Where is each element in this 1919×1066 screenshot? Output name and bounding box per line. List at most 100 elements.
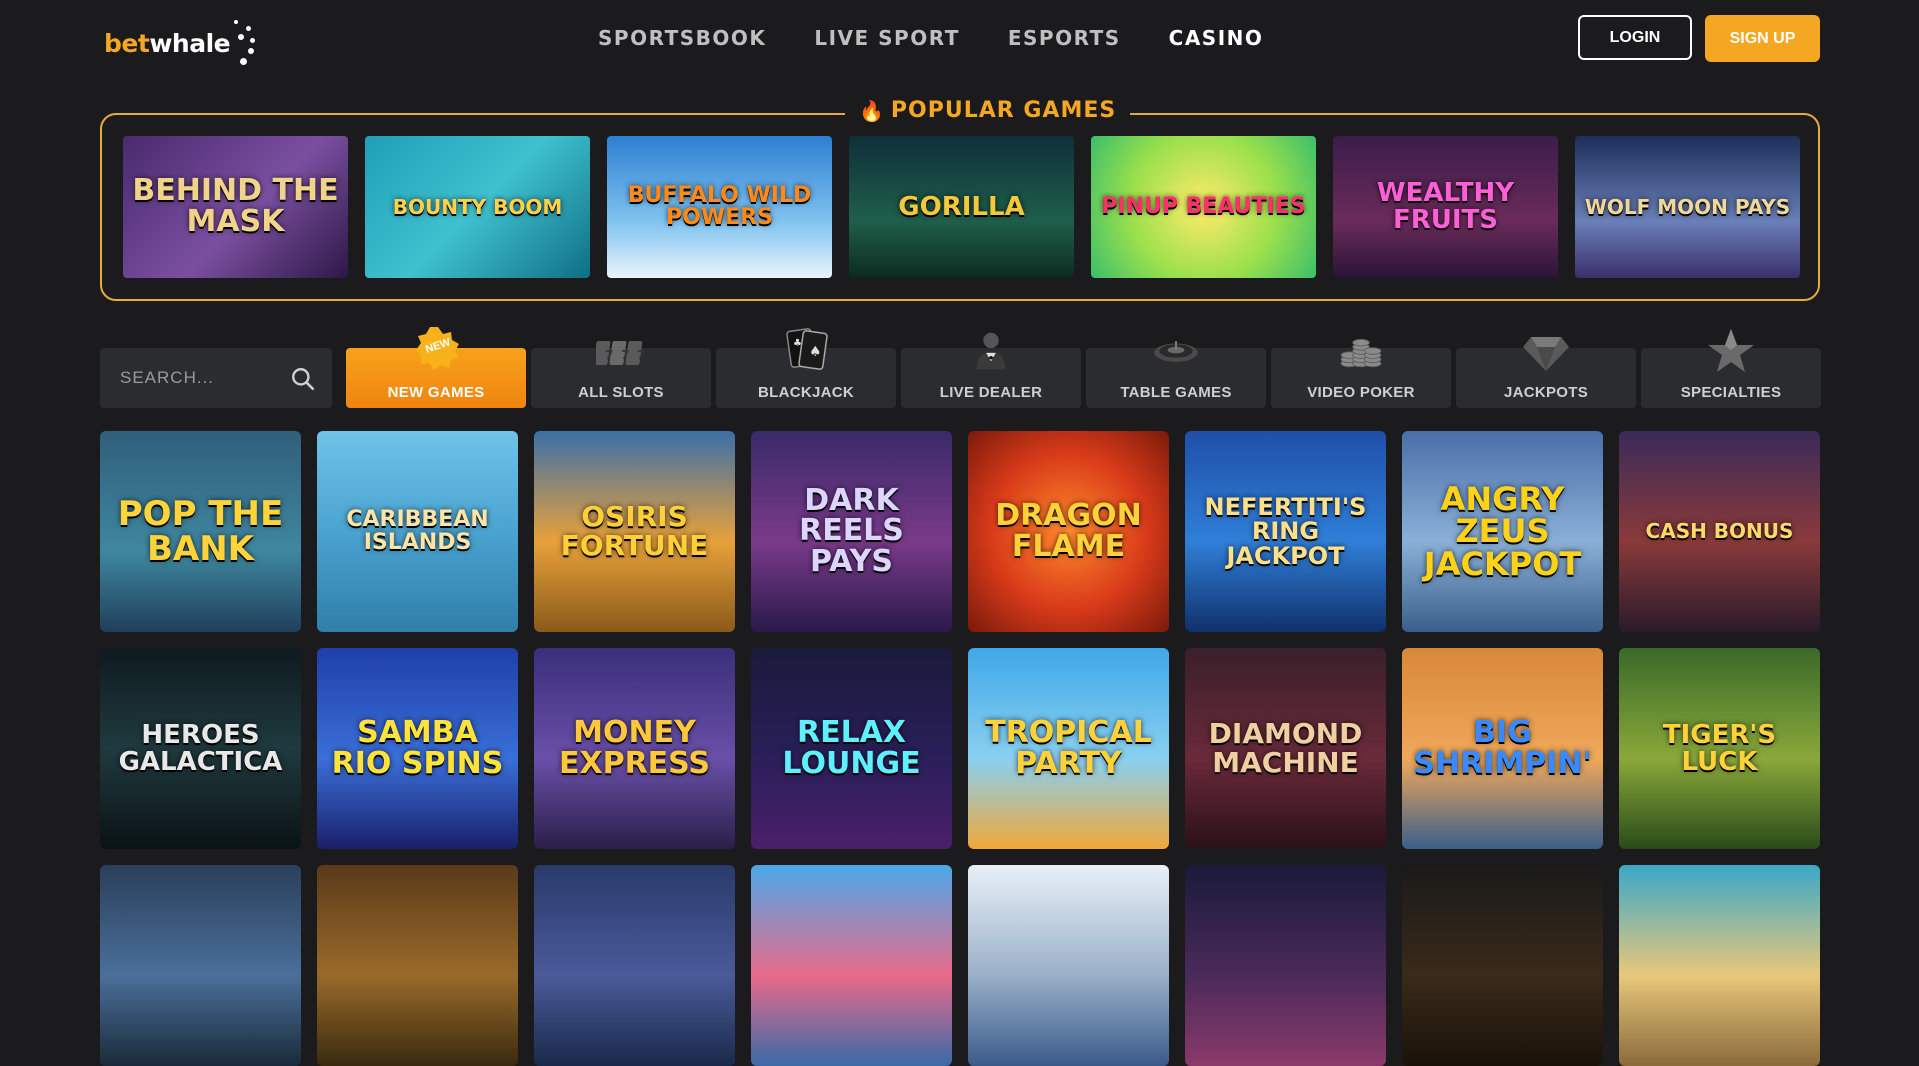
game-tile[interactable]: Diamond Machine [1185,648,1386,849]
game-tile[interactable]: Big Shrimpin' [1402,648,1603,849]
tab-specialties[interactable]: SPECIALTIES [1641,329,1821,408]
search-bar [100,348,332,408]
game-tile[interactable]: Tropical Party [968,648,1169,849]
game-title: Bounty Boom [392,194,563,219]
roulette-wheel-icon [1151,326,1201,376]
game-title: Pinup Beauties [1101,193,1306,219]
game-title: Nefertiti's Ring Jackpot [1204,492,1367,570]
nav-esports[interactable]: ESPORTS [1008,26,1121,50]
svg-text:7: 7 [621,348,629,362]
category-tabs: NEW NEW GAMES 7 7 7 ALL SLOTS ♠ ♣ BLACKJ… [346,327,1821,408]
tab-new-games[interactable]: NEW NEW GAMES [346,327,526,408]
game-tile[interactable] [751,865,952,1066]
game-tile[interactable]: Samba Rio Spins [317,648,518,849]
tab-label: BLACKJACK [757,384,855,401]
game-tile[interactable]: Angry Zeus Jackpot [1402,431,1603,632]
game-tile[interactable] [1402,865,1603,1066]
new-badge-icon: NEW [416,326,460,370]
slot-machine-icon: 7 7 7 [596,326,646,376]
game-title: Heroes Galactica [118,719,283,777]
game-tile[interactable]: Tiger's Luck [1619,648,1820,849]
game-tile[interactable]: Dark Reels Pays [751,431,952,632]
tab-label: SPECIALTIES [1680,384,1782,401]
game-tile[interactable]: Pop the Bank [100,431,301,632]
tab-live-dealer[interactable]: LIVE DEALER [901,332,1081,408]
tab-all-slots[interactable]: 7 7 7 ALL SLOTS [531,341,711,408]
game-tile[interactable]: Nefertiti's Ring Jackpot [1185,431,1386,632]
popular-game-tile[interactable]: Bounty Boom [365,136,590,278]
game-tile[interactable] [1619,865,1820,1066]
whale-spout-icon [232,18,256,68]
tab-label: NEW GAMES [387,384,485,401]
tab-label: ALL SLOTS [578,384,664,401]
popular-games-heading: 🔥 POPULAR GAMES [845,98,1131,123]
game-tile[interactable] [317,865,518,1066]
game-title: Money Express [558,714,711,781]
nav-sportsbook[interactable]: SPORTSBOOK [598,26,766,50]
svg-text:♣: ♣ [793,338,802,349]
game-title: Behind the Mask [132,173,339,239]
popular-game-tile[interactable]: Behind the Mask [123,136,348,278]
game-title: Angry Zeus Jackpot [1423,479,1582,583]
popular-game-tile[interactable]: Wealthy Fruits [1333,136,1558,278]
popular-game-tile[interactable]: Buffalo Wild Powers [607,136,832,278]
svg-text:♠: ♠ [809,344,822,360]
site-header: betwhale SPORTSBOOK LIVE SPORT ESPORTS C… [0,0,1919,80]
dealer-icon [966,326,1016,376]
tab-table-games[interactable]: TABLE GAMES [1086,341,1266,408]
game-title: Big Shrimpin' [1413,714,1592,781]
diamond-icon [1521,326,1571,376]
tab-label: LIVE DEALER [939,384,1043,401]
brand-wordmark: betwhale [104,28,231,58]
game-tile[interactable]: Caribbean Islands [317,431,518,632]
search-icon[interactable] [290,366,316,392]
game-title: Dragon Flame [995,497,1142,564]
brand-part-whale: whale [149,28,231,58]
game-grid: Pop the Bank Caribbean Islands Osiris Fort… [100,431,1820,1066]
game-tile[interactable]: Relax Lounge [751,648,952,849]
poker-chips-icon [1336,326,1386,376]
popular-games-title: POPULAR GAMES [890,98,1117,123]
flame-icon: 🔥 [859,98,885,123]
game-tile[interactable]: Dragon Flame [968,431,1169,632]
tab-jackpots[interactable]: JACKPOTS [1456,337,1636,408]
game-tile[interactable] [100,865,301,1066]
login-button[interactable]: LOGIN [1578,15,1692,60]
game-title: Wolf Moon Pays [1584,194,1791,219]
game-tile[interactable] [968,865,1169,1066]
game-title: Caribbean Islands [346,507,489,555]
popular-game-tile[interactable]: Gorilla [849,136,1074,278]
nav-live-sport[interactable]: LIVE SPORT [814,26,960,50]
tab-video-poker[interactable]: VIDEO POKER [1271,338,1451,408]
game-title: Cash Bonus [1645,519,1794,544]
svg-text:7: 7 [637,348,645,362]
game-title: Dark Reels Pays [799,482,904,579]
popular-games-row: Behind the Mask Bounty Boom Buffalo Wild P… [123,136,1800,278]
game-title: Samba Rio Spins [331,714,504,781]
star-icon [1706,326,1756,376]
game-title: Pop the Bank [117,493,284,569]
game-title: Buffalo Wild Powers [627,182,812,230]
tab-label: TABLE GAMES [1120,384,1232,401]
game-tile[interactable]: Money Express [534,648,735,849]
popular-game-tile[interactable]: Wolf Moon Pays [1575,136,1800,278]
tab-label: VIDEO POKER [1307,384,1415,401]
popular-game-tile[interactable]: Pinup Beauties [1091,136,1316,278]
svg-text:7: 7 [605,348,613,362]
game-tile[interactable] [1185,865,1386,1066]
game-title: Relax Lounge [782,714,921,781]
search-input[interactable] [118,367,282,389]
game-tile[interactable] [534,865,735,1066]
main-nav: SPORTSBOOK LIVE SPORT ESPORTS CASINO [598,26,1311,50]
game-title: Osiris Fortune [560,499,709,562]
nav-casino[interactable]: CASINO [1169,26,1264,50]
game-tile[interactable]: Heroes Galactica [100,648,301,849]
game-title: Wealthy Fruits [1376,178,1515,235]
game-title: Tiger's Luck [1662,719,1777,777]
brand-part-bet: bet [104,28,150,58]
signup-button[interactable]: SIGN UP [1705,15,1820,62]
game-tile[interactable]: Osiris Fortune [534,431,735,632]
game-tile[interactable]: Cash Bonus [1619,431,1820,632]
brand-logo[interactable]: betwhale [104,18,256,68]
tab-blackjack[interactable]: ♠ ♣ BLACKJACK [716,328,896,408]
